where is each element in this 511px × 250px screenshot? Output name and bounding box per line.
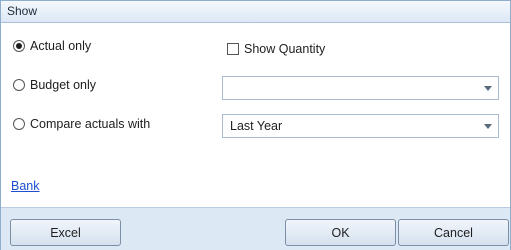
show-quantity-label: Show Quantity [244, 42, 326, 56]
radio-checked-icon [13, 40, 25, 52]
radio-budget-only-label: Budget only [30, 78, 97, 92]
radio-compare-actuals-label: Compare actuals with [30, 117, 151, 131]
radio-compare-actuals[interactable]: Compare actuals with [13, 117, 150, 131]
bank-link[interactable]: Bank [11, 179, 40, 193]
group-header: Show [1, 1, 510, 23]
radio-unchecked-icon [13, 118, 25, 130]
ok-button[interactable]: OK [285, 219, 396, 246]
show-dialog: Show Actual only Show Quantity Budget on… [0, 0, 511, 250]
group-title: Show [7, 4, 38, 18]
checkbox-unchecked-icon [227, 43, 239, 55]
radio-actual-only-label: Actual only [30, 39, 92, 53]
excel-button[interactable]: Excel [10, 219, 121, 246]
show-quantity-checkbox[interactable]: Show Quantity [227, 42, 325, 56]
compare-combo-value: Last Year [230, 119, 283, 133]
radio-actual-only[interactable]: Actual only [13, 39, 91, 53]
chevron-down-icon [484, 86, 492, 91]
radio-budget-only[interactable]: Budget only [13, 78, 96, 92]
budget-combo[interactable] [222, 76, 499, 100]
radio-unchecked-icon [13, 79, 25, 91]
chevron-down-icon [484, 124, 492, 129]
cancel-button[interactable]: Cancel [398, 219, 509, 246]
compare-combo[interactable]: Last Year [222, 114, 499, 138]
